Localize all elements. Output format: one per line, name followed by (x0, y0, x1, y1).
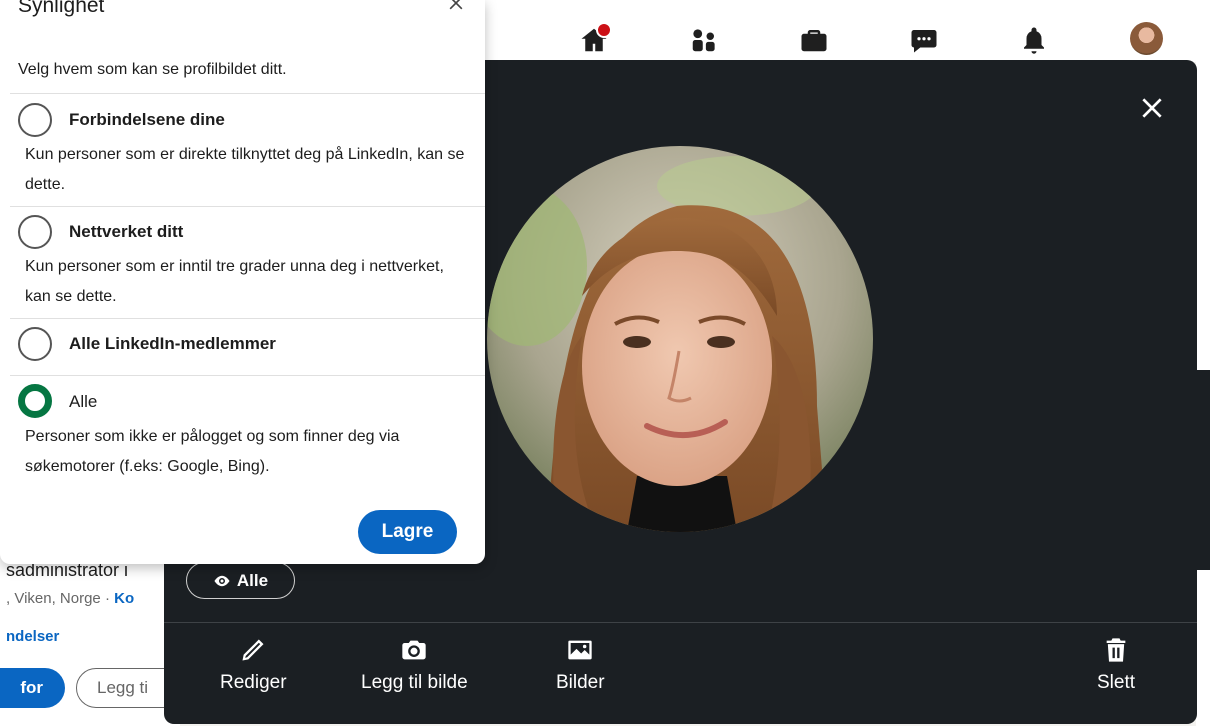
visibility-value: Alle (236, 570, 269, 590)
photo-visibility-button[interactable]: Alle (186, 562, 295, 599)
option-help-connections: Kun personer som er direkte tilknyttet d… (25, 146, 465, 193)
popover-description: Velg hvem som kan se profilbildet ditt. (18, 61, 287, 78)
popover-title: Synlighet (18, 0, 105, 17)
open-to-button[interactable]: for (0, 668, 65, 708)
open-to-label: for (20, 678, 43, 697)
radio-network[interactable] (18, 215, 52, 249)
location-text: , Viken, Norge · (6, 590, 115, 607)
radio-connections[interactable] (18, 103, 52, 137)
contact-info-link[interactable]: Ko (114, 590, 134, 607)
notifications-bell-icon[interactable] (1016, 22, 1052, 58)
edit-photo-button[interactable]: Rediger (220, 636, 287, 694)
notification-badge (596, 22, 612, 38)
visibility-popover: Synlighet Velg hvem som kan se profilbil… (0, 0, 485, 564)
delete-label: Slett (1097, 672, 1136, 693)
delete-photo-button[interactable]: Slett (1097, 636, 1135, 694)
photos-button[interactable]: Bilder (556, 636, 605, 694)
connections-link[interactable]: ndelser (6, 628, 59, 645)
option-divider (10, 375, 485, 376)
add-photo-label: Legg til bilde (361, 672, 468, 693)
close-icon (449, 0, 463, 10)
profile-location: , Viken, Norge · Ko (6, 590, 134, 607)
option-label-connections[interactable]: Forbindelsene dine (69, 110, 225, 130)
my-network-icon[interactable] (686, 22, 722, 58)
add-photo-button[interactable]: Legg til bilde (361, 636, 468, 694)
profile-photo-image (487, 146, 873, 532)
jobs-icon[interactable] (796, 22, 832, 58)
save-button[interactable]: Lagre (358, 510, 457, 554)
modal-footer-divider (164, 622, 1197, 623)
eye-icon (214, 575, 230, 586)
pencil-icon (242, 639, 264, 661)
profile-photo (487, 146, 873, 532)
image-icon (568, 640, 592, 660)
popover-close-button[interactable] (446, 0, 468, 14)
edit-label: Rediger (220, 672, 287, 693)
close-modal-button[interactable] (1136, 92, 1168, 124)
option-divider (10, 318, 485, 319)
option-help-public: Personer som ikke er pålogget og som fin… (25, 428, 400, 475)
option-divider (10, 206, 485, 207)
home-icon[interactable] (576, 22, 612, 58)
radio-all-linkedin-members[interactable] (18, 327, 52, 361)
close-icon (1142, 98, 1162, 118)
option-label-all-linkedin-members[interactable]: Alle LinkedIn-medlemmer (69, 334, 276, 354)
option-label-network[interactable]: Nettverket ditt (69, 222, 183, 242)
option-help-network: Kun personer som er inntil tre grader un… (25, 258, 444, 305)
camera-icon (402, 640, 427, 660)
photos-label: Bilder (556, 672, 605, 693)
option-label-public[interactable]: Alle (69, 392, 97, 412)
option-divider (10, 93, 485, 94)
messaging-icon[interactable] (906, 22, 942, 58)
me-avatar[interactable] (1130, 22, 1163, 55)
right-column-banner (1196, 370, 1210, 570)
radio-public[interactable] (18, 384, 52, 418)
trash-icon (1106, 638, 1126, 662)
add-section-label: Legg ti (97, 678, 149, 697)
